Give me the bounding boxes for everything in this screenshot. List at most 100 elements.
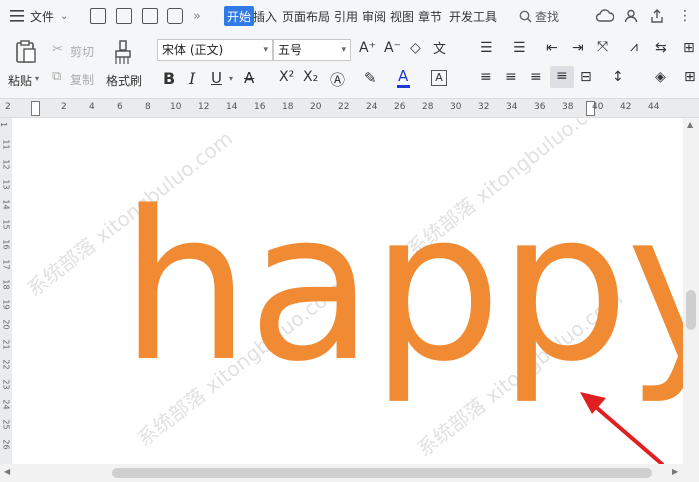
character-border-icon[interactable]: A — [431, 70, 447, 86]
sort-icon[interactable]: ⩘ — [630, 39, 638, 55]
chevron-down-icon[interactable]: ▾ — [229, 74, 233, 83]
format-painter-label: 格式刷 — [106, 74, 143, 88]
ruler-number: 17 — [1, 259, 11, 270]
horizontal-scroll-thumb[interactable] — [112, 468, 652, 478]
ruler-number: 4 — [89, 102, 95, 112]
text-effects-icon[interactable]: Ⓐ — [330, 69, 345, 90]
tab-view[interactable]: 视图 — [390, 0, 414, 32]
borders-icon[interactable]: ⊞ — [684, 69, 696, 85]
tab-page-layout[interactable]: 页面布局 — [282, 0, 330, 32]
chevron-down-icon: ▾ — [263, 45, 268, 55]
line-spacing-icon[interactable]: ↕ — [612, 69, 624, 85]
pinyin-guide-icon[interactable]: 文 — [433, 38, 446, 57]
print-icon[interactable] — [142, 8, 158, 24]
clear-format-icon[interactable]: ◇ — [410, 40, 421, 56]
justify-button[interactable]: ≡ — [550, 66, 574, 88]
tab-home[interactable]: 开始 — [224, 6, 255, 26]
tab-chapter[interactable]: 章节 — [418, 0, 442, 32]
ruler-number: 11 — [1, 139, 11, 150]
ruler-number: 44 — [648, 102, 660, 112]
more-options-icon[interactable]: ⋮ — [678, 0, 693, 32]
file-menu-label: 文件 — [30, 9, 55, 24]
ruler-number: 42 — [620, 102, 632, 112]
horizontal-scrollbar[interactable]: ◀ ▶ — [0, 464, 699, 482]
search-button[interactable]: 查找 — [519, 0, 559, 32]
increase-font-size-icon[interactable]: A⁺ — [359, 40, 376, 56]
export-pdf-icon[interactable] — [116, 8, 132, 24]
align-center-icon[interactable]: ≡ — [505, 69, 517, 85]
more-icon[interactable]: » — [193, 0, 201, 32]
chinese-layout-icon[interactable]: ⤧ — [597, 39, 608, 55]
scroll-right-icon[interactable]: ▶ — [672, 467, 678, 476]
subscript-button[interactable]: X₂ — [303, 69, 318, 85]
document-page[interactable]: 系统部落 xitongbuluo.com 系统部落 xitongbuluo.co… — [12, 118, 683, 464]
ruler-number: 22 — [338, 102, 350, 112]
italic-button[interactable]: I — [189, 69, 195, 88]
align-left-icon[interactable]: ≡ — [480, 69, 492, 85]
ruler-number: 30 — [450, 102, 462, 112]
ruler-number: 14 — [226, 102, 238, 112]
ruler-number: 38 — [562, 102, 574, 112]
ruler-number: 28 — [422, 102, 434, 112]
paste-button[interactable]: 粘贴 ▾ — [8, 38, 44, 92]
ruler-number: 12 — [1, 159, 11, 170]
tab-developer[interactable]: 开发工具 — [449, 0, 497, 32]
paste-label: 粘贴 — [8, 74, 33, 88]
tab-review[interactable]: 审阅 — [362, 0, 386, 32]
font-size-select[interactable]: 五号 ▾ — [273, 39, 351, 61]
increase-indent-icon[interactable]: ⇥ — [572, 40, 584, 56]
align-right-icon[interactable]: ≡ — [530, 69, 542, 85]
ruler-number: 8 — [145, 102, 151, 112]
file-menu[interactable]: 文件 ⌄ — [30, 0, 68, 32]
scroll-up-icon[interactable]: ▲ — [687, 120, 693, 129]
ruler-number: 22 — [1, 359, 11, 370]
ruler-number: 18 — [282, 102, 294, 112]
ruler-number: 16 — [254, 102, 266, 112]
numbered-list-icon[interactable]: ☰ — [513, 40, 526, 56]
ruler-number: 14 — [1, 199, 11, 210]
ruler-number: 21 — [1, 339, 11, 350]
shading-icon[interactable]: ◈ — [655, 69, 666, 85]
decrease-font-size-icon[interactable]: A⁻ — [384, 40, 401, 56]
ruler-number: 10 — [170, 102, 182, 112]
horizontal-ruler[interactable]: 2 2 4 6 8 10 12 14 16 18 20 22 24 26 28 … — [0, 98, 699, 118]
ruler-number: 19 — [1, 299, 11, 310]
font-color-icon[interactable]: A — [398, 67, 408, 85]
copy-button[interactable]: ⧉ 复制 — [52, 68, 100, 88]
superscript-button[interactable]: X² — [279, 69, 294, 85]
share-icon[interactable] — [650, 0, 664, 32]
ruler-number: 26 — [1, 439, 11, 450]
ruler-number: 2 — [61, 102, 67, 112]
cut-label: 剪切 — [70, 45, 95, 59]
hamburger-menu-icon[interactable] — [10, 0, 24, 32]
scroll-left-icon[interactable]: ◀ — [4, 467, 10, 476]
vertical-scroll-thumb[interactable] — [686, 290, 696, 330]
cut-button[interactable]: ✂ 剪切 — [52, 40, 100, 60]
bullet-list-icon[interactable]: ☰ — [480, 40, 493, 56]
indent-marker[interactable] — [31, 101, 40, 116]
show-marks-icon[interactable]: ⇆ — [655, 40, 667, 56]
distributed-align-icon[interactable]: ⊟ — [580, 69, 592, 85]
document-text[interactable]: happy — [120, 184, 683, 390]
ruler-number: 40 — [592, 102, 604, 112]
ruler-number: 23 — [1, 379, 11, 390]
user-icon[interactable] — [624, 0, 638, 32]
bold-button[interactable]: B — [163, 69, 175, 88]
decrease-indent-icon[interactable]: ⇤ — [546, 40, 558, 56]
ruler-number: 24 — [1, 399, 11, 410]
vertical-scrollbar[interactable]: ▲ — [683, 118, 699, 464]
strikethrough-icon[interactable]: A — [244, 69, 254, 87]
highlight-icon[interactable]: ✎ — [364, 69, 377, 87]
vertical-ruler[interactable]: 1 11 12 13 14 15 16 17 18 19 20 21 22 23… — [0, 118, 12, 464]
format-painter-button[interactable]: 格式刷 — [104, 38, 144, 92]
underline-button[interactable]: U — [211, 69, 222, 87]
font-name-select[interactable]: 宋体 (正文) ▾ — [157, 39, 273, 61]
ruler-number: 16 — [1, 239, 11, 250]
tab-references[interactable]: 引用 — [334, 0, 358, 32]
tab-insert[interactable]: 插入 — [253, 0, 277, 32]
save-icon[interactable] — [90, 8, 106, 24]
print-preview-icon[interactable] — [167, 8, 183, 24]
ruler-number: 6 — [117, 102, 123, 112]
cloud-sync-icon[interactable] — [596, 0, 614, 32]
table-icon[interactable]: ⊞ — [683, 40, 695, 56]
